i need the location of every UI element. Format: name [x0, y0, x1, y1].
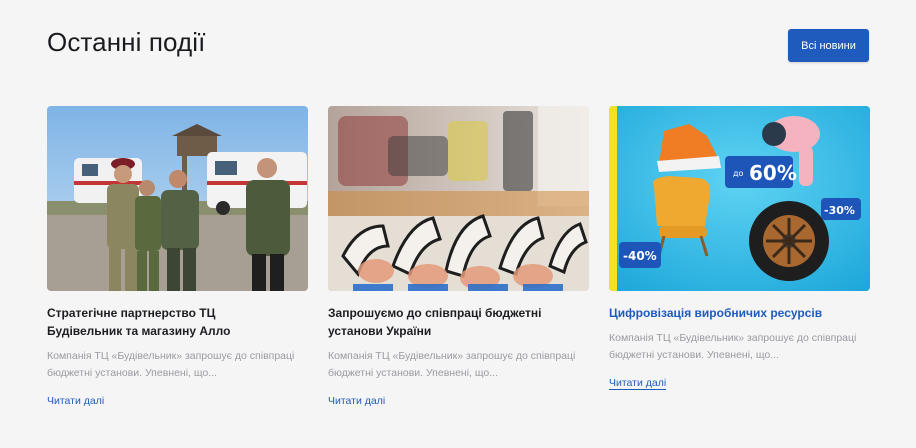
- svg-text:-40%: -40%: [623, 249, 657, 263]
- news-card: Стратегічне партнерство ТЦ Будівельник т…: [47, 106, 308, 409]
- news-image-digitalization[interactable]: до 60% -40% -30%: [609, 106, 870, 291]
- svg-text:-30%: -30%: [824, 204, 855, 217]
- read-more-link[interactable]: Читати далі: [609, 377, 667, 390]
- discount-badge-60: до 60%: [725, 156, 797, 188]
- news-description: Компанія ТЦ «Будівельник» запрошує до сп…: [328, 350, 576, 379]
- read-more-link[interactable]: Читати далі: [328, 395, 385, 408]
- news-image-partnership[interactable]: [47, 106, 308, 291]
- news-card: Запрошуємо до співпраці бюджетні установ…: [328, 106, 589, 409]
- svg-text:60%: 60%: [749, 161, 797, 185]
- news-description: Компанія ТЦ «Будівельник» запрошує до сп…: [609, 332, 857, 361]
- news-description: Компанія ТЦ «Будівельник» запрошує до сп…: [47, 350, 295, 379]
- news-title[interactable]: Цифровізація виробничих ресурсів: [609, 304, 870, 322]
- svg-text:до: до: [733, 169, 744, 178]
- discount-badge-40: -40%: [619, 242, 661, 268]
- news-title[interactable]: Стратегічне партнерство ТЦ Будівельник т…: [47, 304, 308, 340]
- read-more-link[interactable]: Читати далі: [47, 395, 104, 408]
- news-image-invitation[interactable]: [328, 106, 589, 291]
- section-title: Останні події: [47, 27, 206, 57]
- news-title[interactable]: Запрошуємо до співпраці бюджетні установ…: [328, 304, 589, 340]
- news-card: до 60% -40% -30% Цифровізація виробничих…: [609, 106, 870, 391]
- all-news-button[interactable]: Всі новини: [788, 29, 869, 62]
- discount-badge-30: -30%: [821, 198, 861, 220]
